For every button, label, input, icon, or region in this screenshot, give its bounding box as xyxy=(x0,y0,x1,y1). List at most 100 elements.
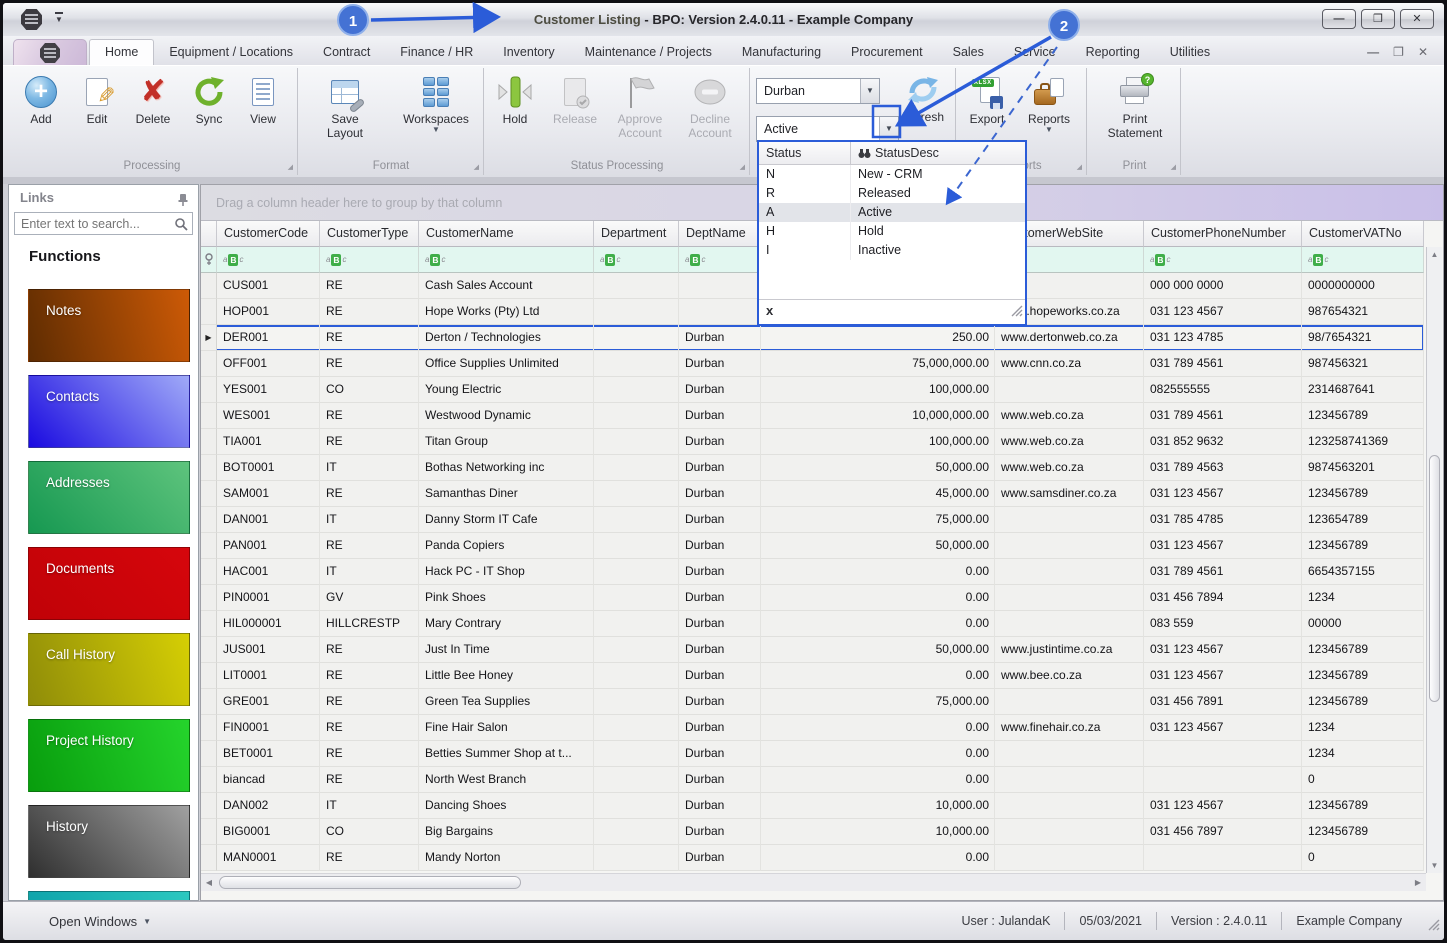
edit-button[interactable]: ✎ Edit xyxy=(69,72,125,126)
status-processing-dialog-launcher-icon[interactable]: ◢ xyxy=(740,163,745,171)
table-row[interactable]: TIA001 RE Titan Group Durban 100,000.00 www.w… xyxy=(201,429,1424,455)
add-button[interactable]: + Add xyxy=(13,72,69,126)
tab-maintenance-projects[interactable]: Maintenance / Projects xyxy=(570,40,727,65)
workspaces-button[interactable]: Workspaces ▼ xyxy=(399,72,473,134)
minimize-button[interactable]: — xyxy=(1322,9,1356,29)
column-header-CustomerVATNo[interactable]: CustomerVATNo xyxy=(1302,221,1424,247)
function-button-project-history[interactable]: Project History xyxy=(28,719,190,792)
function-button-addresses[interactable]: Addresses xyxy=(28,461,190,534)
table-row[interactable]: SAM001 RE Samanthas Diner Durban 45,000.00 ww… xyxy=(201,481,1424,507)
table-row[interactable]: GRE001 RE Green Tea Supplies Durban 75,000.0… xyxy=(201,689,1424,715)
table-row[interactable]: DAN002 IT Dancing Shoes Durban 10,000.00 031 … xyxy=(201,793,1424,819)
window-resize-grip[interactable] xyxy=(1427,918,1440,936)
table-row[interactable]: BET0001 RE Betties Summer Shop at t... Durb… xyxy=(201,741,1424,767)
table-row[interactable]: WES001 RE Westwood Dynamic Durban 10,000,000… xyxy=(201,403,1424,429)
scroll-up-icon[interactable]: ▲ xyxy=(1427,247,1442,262)
table-row[interactable]: DAN001 IT Danny Storm IT Cafe Durban 75,000.… xyxy=(201,507,1424,533)
reports-button[interactable]: Reports ▼ xyxy=(1021,72,1077,134)
horizontal-scroll-thumb[interactable] xyxy=(219,876,521,889)
tab-home[interactable]: Home xyxy=(89,39,155,65)
scroll-down-icon[interactable]: ▼ xyxy=(1427,858,1442,873)
table-row[interactable]: BOT0001 IT Bothas Networking inc Durban 50,0… xyxy=(201,455,1424,481)
tab-procurement[interactable]: Procurement xyxy=(836,40,938,65)
table-row[interactable]: biancad RE North West Branch Durban 0.00 0 xyxy=(201,767,1424,793)
filter-cell-CustomerVATNo[interactable]: aBc xyxy=(1302,247,1424,273)
scroll-right-icon[interactable]: ▶ xyxy=(1410,874,1426,891)
approve-account-button[interactable]: Approve Account xyxy=(607,72,673,140)
mdi-restore-icon[interactable]: ❐ xyxy=(1393,45,1404,59)
filter-cell-Department[interactable]: aBc xyxy=(594,247,679,273)
status-option-R[interactable]: R Released xyxy=(759,184,1025,203)
tab-service[interactable]: Service xyxy=(999,40,1071,65)
status-option-H[interactable]: H Hold xyxy=(759,222,1025,241)
maximize-button[interactable]: ❒ xyxy=(1361,9,1395,29)
table-row[interactable]: LIT0001 RE Little Bee Honey Durban 0.00 www.b… xyxy=(201,663,1424,689)
scroll-left-icon[interactable]: ◀ xyxy=(201,874,217,891)
function-button-contacts[interactable]: Contacts xyxy=(28,375,190,448)
vertical-scrollbar[interactable]: ▲ ▼ xyxy=(1426,247,1442,873)
open-windows-button[interactable]: Open Windows ▼ xyxy=(49,902,151,940)
branch-combo-dropdown-icon[interactable]: ▼ xyxy=(860,79,879,103)
table-row[interactable]: FIN0001 RE Fine Hair Salon Durban 0.00 www.fi… xyxy=(201,715,1424,741)
print-dialog-launcher-icon[interactable]: ◢ xyxy=(1171,163,1176,171)
table-row[interactable]: HAC001 IT Hack PC - IT Shop Durban 0.00 031 7… xyxy=(201,559,1424,585)
function-button-call-history[interactable]: Call History xyxy=(28,633,190,706)
status-option-A[interactable]: A Active xyxy=(759,203,1025,222)
column-header-Department[interactable]: Department xyxy=(594,221,679,247)
tab-utilities[interactable]: Utilities xyxy=(1155,40,1225,65)
column-header-CustomerType[interactable]: CustomerType xyxy=(320,221,419,247)
decline-account-button[interactable]: Decline Account xyxy=(677,72,743,140)
tab-sales[interactable]: Sales xyxy=(938,40,999,65)
processing-dialog-launcher-icon[interactable]: ◢ xyxy=(288,163,293,171)
status-combo[interactable]: Active ▼ xyxy=(756,116,899,142)
function-button-documents[interactable]: Documents xyxy=(28,547,190,620)
sync-button[interactable]: Sync xyxy=(181,72,237,126)
table-row[interactable]: HIL000001 HILLCRESTP Mary Contrary Durban 0.… xyxy=(201,611,1424,637)
application-button[interactable] xyxy=(13,39,87,65)
format-dialog-launcher-icon[interactable]: ◢ xyxy=(474,163,479,171)
filter-cell-CustomerName[interactable]: aBc xyxy=(419,247,594,273)
column-header-CustomerPhoneNumber[interactable]: CustomerPhoneNumber xyxy=(1144,221,1302,247)
tab-equipment-locations[interactable]: Equipment / Locations xyxy=(154,40,308,65)
column-header-CustomerCode[interactable]: CustomerCode xyxy=(217,221,320,247)
branch-combo[interactable]: Durban ▼ xyxy=(756,78,880,104)
statusdesc-column-header[interactable]: StatusDesc xyxy=(851,142,1025,164)
mdi-close-icon[interactable]: ✕ xyxy=(1418,45,1428,59)
popup-resize-grip[interactable] xyxy=(1011,304,1023,322)
status-option-N[interactable]: N New - CRM xyxy=(759,165,1025,184)
reports-dialog-launcher-icon[interactable]: ◢ xyxy=(1077,163,1082,171)
table-row[interactable]: OFF001 RE Office Supplies Unlimited Durban 7… xyxy=(201,351,1424,377)
export-button[interactable]: XLSX Export xyxy=(959,72,1015,126)
function-button-history[interactable]: History xyxy=(28,805,190,878)
close-button[interactable]: ✕ xyxy=(1400,9,1434,29)
column-header-CustomerName[interactable]: CustomerName xyxy=(419,221,594,247)
table-row[interactable]: BIG0001 CO Big Bargains Durban 10,000.00 031 … xyxy=(201,819,1424,845)
quick-access-dropdown-icon[interactable]: ▼ xyxy=(55,12,63,24)
filter-cell-DeptName[interactable]: aBc xyxy=(679,247,761,273)
view-button[interactable]: View xyxy=(235,72,291,126)
filter-cell-CustomerPhoneNumber[interactable]: aBc xyxy=(1144,247,1302,273)
vertical-scroll-thumb[interactable] xyxy=(1429,455,1440,702)
filter-cell-CustomerCode[interactable]: aBc xyxy=(217,247,320,273)
status-column-header[interactable]: Status xyxy=(759,142,851,164)
search-icon[interactable] xyxy=(174,217,188,236)
table-row[interactable]: PAN001 RE Panda Copiers Durban 50,000.00 031 … xyxy=(201,533,1424,559)
tab-contract[interactable]: Contract xyxy=(308,40,385,65)
table-row[interactable]: ▶ DER001 RE Derton / Technologies Durban 250.… xyxy=(201,325,1424,351)
tab-reporting[interactable]: Reporting xyxy=(1071,40,1155,65)
horizontal-scrollbar[interactable]: ◀ ▶ xyxy=(201,873,1426,891)
tab-finance-hr[interactable]: Finance / HR xyxy=(385,40,488,65)
delete-button[interactable]: ✘ Delete xyxy=(125,72,181,127)
table-row[interactable]: PIN0001 GV Pink Shoes Durban 0.00 031 456 789… xyxy=(201,585,1424,611)
refresh-button[interactable]: Refresh xyxy=(895,70,951,124)
clear-filter-button[interactable]: x xyxy=(766,303,773,318)
function-button-notes[interactable]: Notes xyxy=(28,289,190,362)
table-row[interactable]: MAN0001 RE Mandy Norton Durban 0.00 0 xyxy=(201,845,1424,871)
print-statement-button[interactable]: ? Print Statement xyxy=(1099,72,1171,140)
table-row[interactable]: JUS001 RE Just In Time Durban 50,000.00 www.j… xyxy=(201,637,1424,663)
tab-inventory[interactable]: Inventory xyxy=(488,40,569,65)
function-button-partial[interactable] xyxy=(28,891,190,900)
column-header-DeptName[interactable]: DeptName xyxy=(679,221,761,247)
mdi-minimize-icon[interactable]: — xyxy=(1367,45,1379,59)
table-row[interactable]: YES001 CO Young Electric Durban 100,000.00 08… xyxy=(201,377,1424,403)
